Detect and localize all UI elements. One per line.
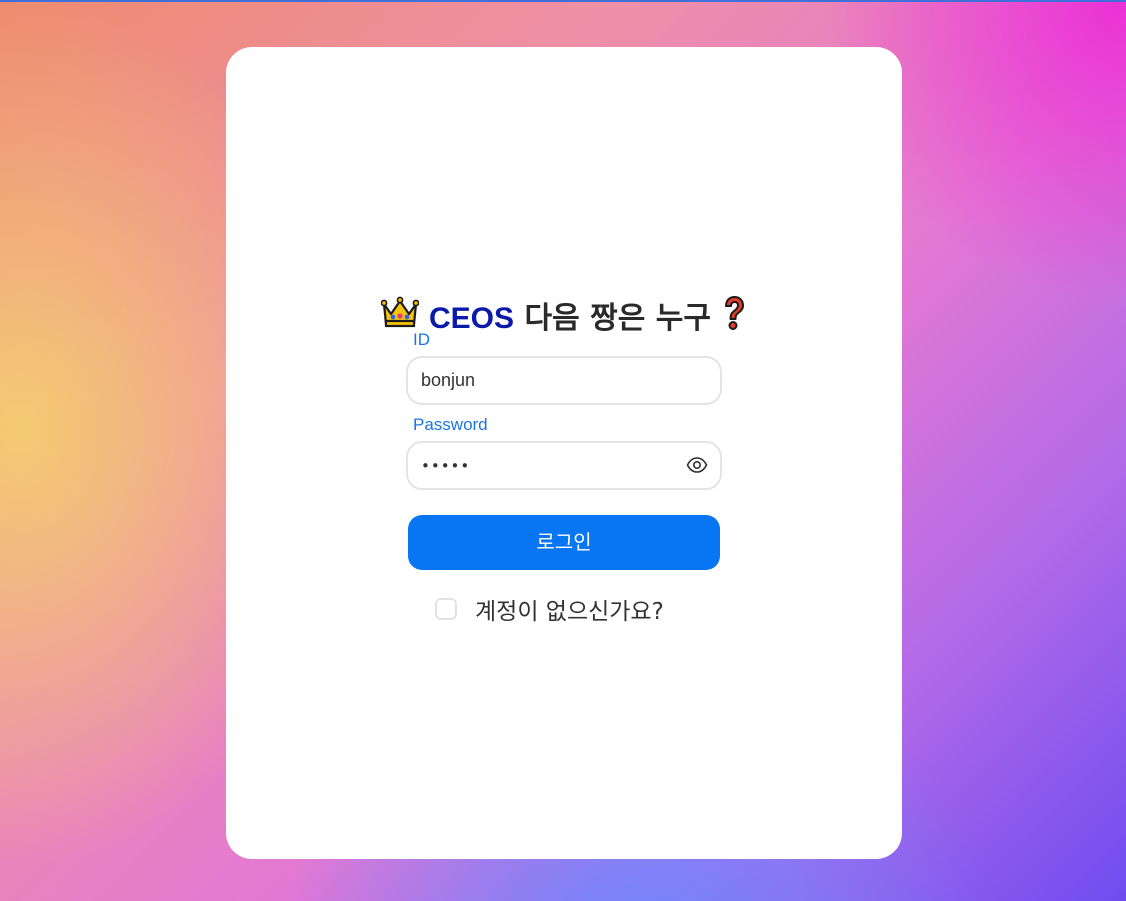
password-label: Password [413, 415, 488, 434]
id-field[interactable] [406, 356, 722, 405]
question-mark-icon [721, 295, 747, 344]
signup-checkbox[interactable] [435, 598, 457, 620]
id-label: ID [413, 330, 430, 349]
eye-icon[interactable] [686, 456, 708, 474]
page-title: CEOS 다음 짱은 누구 [226, 295, 902, 344]
login-card: CEOS 다음 짱은 누구 ID Password ••••• 로그인 계정이 … [226, 47, 902, 859]
title-text: 다음 짱은 누구 [524, 301, 711, 336]
title-brand: CEOS [429, 302, 515, 335]
signup-row: 계정이 없으신가요? [435, 593, 664, 625]
signup-link[interactable]: 계정이 없으신가요? [475, 592, 664, 626]
window-top-border [0, 0, 1126, 2]
password-field[interactable]: ••••• [406, 441, 722, 490]
password-input[interactable]: ••••• [421, 443, 470, 488]
login-button[interactable]: 로그인 [408, 515, 720, 570]
id-input[interactable] [421, 358, 671, 403]
